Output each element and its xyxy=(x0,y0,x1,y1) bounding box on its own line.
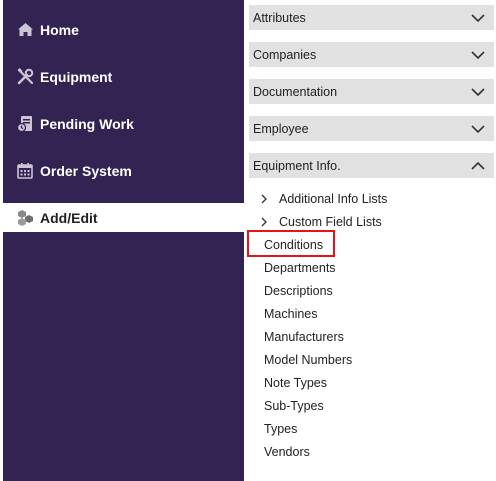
chevron-right-icon xyxy=(261,217,267,227)
accordion-label: Employee xyxy=(253,121,309,136)
tree-group-custom-field-lists[interactable]: Custom Field Lists xyxy=(259,212,382,232)
tree-item-vendors[interactable]: Vendors xyxy=(264,442,310,462)
cubes-icon xyxy=(16,209,34,227)
chevron-down-icon xyxy=(471,124,485,133)
sidebar-item-add-edit[interactable]: Add/Edit xyxy=(3,203,244,232)
tree-item-machines[interactable]: Machines xyxy=(264,304,318,324)
tree-item-descriptions[interactable]: Descriptions xyxy=(264,281,333,301)
tree-item-sub-types[interactable]: Sub-Types xyxy=(264,396,324,416)
accordion-employee[interactable]: Employee xyxy=(249,116,494,141)
home-icon xyxy=(16,21,34,39)
sidebar-item-label: Equipment xyxy=(40,68,113,85)
sidebar-item-label: Home xyxy=(40,21,79,38)
tree-item-model-numbers[interactable]: Model Numbers xyxy=(264,350,352,370)
chevron-down-icon xyxy=(471,13,485,22)
sidebar-item-pending-work[interactable]: Pending Work xyxy=(3,109,244,138)
tree-item-departments[interactable]: Departments xyxy=(264,258,336,278)
chevron-down-icon xyxy=(471,50,485,59)
accordion-documentation[interactable]: Documentation xyxy=(249,79,494,104)
accordion-label: Attributes xyxy=(253,10,306,25)
tree-item-types[interactable]: Types xyxy=(264,419,297,439)
sidebar-item-label: Pending Work xyxy=(40,115,134,132)
accordion-attributes[interactable]: Attributes xyxy=(249,5,494,30)
sidebar-item-home[interactable]: Home xyxy=(3,15,244,44)
chevron-right-icon xyxy=(261,194,267,204)
sidebar: Home Equipment Pending Work Order System… xyxy=(3,0,244,481)
accordion-companies[interactable]: Companies xyxy=(249,42,494,67)
accordion-label: Equipment Info. xyxy=(253,158,341,173)
chevron-up-icon xyxy=(471,161,485,170)
sidebar-item-label: Add/Edit xyxy=(40,209,98,226)
pending-work-icon xyxy=(16,115,34,133)
tools-icon xyxy=(16,68,34,86)
highlight-box xyxy=(247,230,335,257)
chevron-down-icon xyxy=(471,87,485,96)
tree-group-additional-info-lists[interactable]: Additional Info Lists xyxy=(259,189,387,209)
accordion-equipment-info[interactable]: Equipment Info. xyxy=(249,153,494,178)
sidebar-item-label: Order System xyxy=(40,162,132,179)
accordion-label: Documentation xyxy=(253,84,338,99)
tree-item-note-types[interactable]: Note Types xyxy=(264,373,327,393)
tree-group-label: Additional Info Lists xyxy=(279,192,388,206)
accordion-label: Companies xyxy=(253,47,317,62)
sidebar-item-order-system[interactable]: Order System xyxy=(3,156,244,185)
sidebar-item-equipment[interactable]: Equipment xyxy=(3,62,244,91)
tree-item-manufacturers[interactable]: Manufacturers xyxy=(264,327,344,347)
calendar-icon xyxy=(16,162,34,180)
tree-group-label: Custom Field Lists xyxy=(279,215,382,229)
